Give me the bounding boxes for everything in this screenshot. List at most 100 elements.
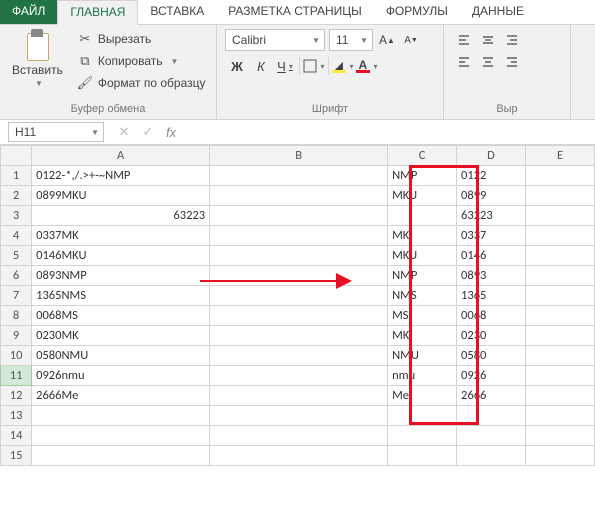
cell[interactable] bbox=[32, 446, 210, 466]
cell[interactable]: 63223 bbox=[457, 206, 526, 226]
col-header-e[interactable]: E bbox=[525, 146, 594, 166]
cell[interactable] bbox=[525, 166, 594, 186]
cell[interactable]: 0230 bbox=[457, 326, 526, 346]
cell[interactable] bbox=[525, 246, 594, 266]
paste-button[interactable]: Вставить ▼ bbox=[8, 29, 67, 93]
cell[interactable]: Me bbox=[388, 386, 457, 406]
cell[interactable]: MK bbox=[388, 326, 457, 346]
chevron-down-icon[interactable]: ▼ bbox=[312, 36, 320, 45]
cell[interactable] bbox=[32, 406, 210, 426]
cell[interactable] bbox=[388, 406, 457, 426]
align-right-button[interactable] bbox=[500, 51, 524, 73]
cell[interactable]: 1365 bbox=[457, 286, 526, 306]
chevron-down-icon[interactable]: ▾ bbox=[320, 62, 324, 71]
cell[interactable] bbox=[525, 326, 594, 346]
tab-file[interactable]: ФАЙЛ bbox=[0, 0, 57, 24]
align-bottom-button[interactable] bbox=[500, 29, 524, 51]
cell[interactable]: MK bbox=[388, 226, 457, 246]
cell[interactable] bbox=[210, 186, 388, 206]
cell[interactable] bbox=[210, 286, 388, 306]
cell[interactable]: MKU bbox=[388, 186, 457, 206]
cell[interactable]: 0580 bbox=[457, 346, 526, 366]
tab-data[interactable]: ДАННЫЕ bbox=[460, 0, 536, 24]
cell[interactable]: 1365NMS bbox=[32, 286, 210, 306]
cell[interactable]: 0893NMP bbox=[32, 266, 210, 286]
cell[interactable]: 2666Me bbox=[32, 386, 210, 406]
cell[interactable]: 0068 bbox=[457, 306, 526, 326]
align-top-button[interactable] bbox=[452, 29, 476, 51]
cell[interactable]: nmu bbox=[388, 366, 457, 386]
cell[interactable] bbox=[525, 426, 594, 446]
cell[interactable]: 0146MKU bbox=[32, 246, 210, 266]
cell[interactable] bbox=[210, 406, 388, 426]
cell[interactable] bbox=[525, 366, 594, 386]
underline-button[interactable]: Ч▾ bbox=[273, 55, 297, 77]
cell[interactable]: 2666 bbox=[457, 386, 526, 406]
fill-color-button[interactable]: ◢ ▾ bbox=[331, 55, 355, 77]
font-color-button[interactable]: A ▾ bbox=[355, 55, 379, 77]
copy-button[interactable]: ⧉ Копировать ▼ bbox=[75, 51, 208, 71]
cell[interactable]: 0580NMU bbox=[32, 346, 210, 366]
cell[interactable]: 0893 bbox=[457, 266, 526, 286]
cell[interactable] bbox=[210, 226, 388, 246]
cell[interactable] bbox=[525, 206, 594, 226]
cell[interactable] bbox=[210, 366, 388, 386]
chevron-down-icon[interactable]: ▼ bbox=[360, 36, 368, 45]
cell[interactable] bbox=[525, 306, 594, 326]
cell[interactable] bbox=[525, 266, 594, 286]
cell[interactable] bbox=[210, 426, 388, 446]
name-box[interactable]: H11 ▼ bbox=[8, 122, 104, 142]
cell[interactable] bbox=[525, 226, 594, 246]
cell[interactable] bbox=[210, 446, 388, 466]
cell[interactable] bbox=[525, 286, 594, 306]
format-painter-button[interactable]: 🖌 Формат по образцу bbox=[75, 73, 208, 93]
chevron-down-icon[interactable]: ▾ bbox=[349, 62, 353, 71]
cell[interactable] bbox=[388, 426, 457, 446]
cell[interactable] bbox=[210, 386, 388, 406]
row-header[interactable]: 13 bbox=[1, 406, 32, 426]
cell[interactable]: MS bbox=[388, 306, 457, 326]
cell[interactable]: 0926nmu bbox=[32, 366, 210, 386]
cell[interactable]: 0337 bbox=[457, 226, 526, 246]
cell[interactable] bbox=[210, 266, 388, 286]
row-header[interactable]: 12 bbox=[1, 386, 32, 406]
cell[interactable] bbox=[525, 406, 594, 426]
cell[interactable] bbox=[525, 186, 594, 206]
cell[interactable]: NMS bbox=[388, 286, 457, 306]
tab-insert[interactable]: ВСТАВКА bbox=[138, 0, 216, 24]
cell[interactable]: 0068MS bbox=[32, 306, 210, 326]
cell[interactable] bbox=[210, 166, 388, 186]
font-name-combo[interactable]: Calibri ▼ bbox=[225, 29, 325, 51]
chevron-down-icon[interactable]: ▼ bbox=[35, 79, 43, 88]
align-middle-button[interactable] bbox=[476, 29, 500, 51]
cell[interactable]: 0899MKU bbox=[32, 186, 210, 206]
row-header[interactable]: 4 bbox=[1, 226, 32, 246]
cell[interactable]: NMP bbox=[388, 266, 457, 286]
cell[interactable] bbox=[457, 446, 526, 466]
formula-input[interactable] bbox=[182, 122, 595, 142]
align-left-button[interactable] bbox=[452, 51, 476, 73]
col-header-a[interactable]: A bbox=[32, 146, 210, 166]
row-header[interactable]: 3 bbox=[1, 206, 32, 226]
row-header[interactable]: 15 bbox=[1, 446, 32, 466]
cell[interactable] bbox=[457, 406, 526, 426]
cell[interactable]: 0230MK bbox=[32, 326, 210, 346]
cell[interactable]: NMP bbox=[388, 166, 457, 186]
cell[interactable]: NMU bbox=[388, 346, 457, 366]
row-header[interactable]: 1 bbox=[1, 166, 32, 186]
tab-home[interactable]: ГЛАВНАЯ bbox=[57, 0, 138, 25]
fx-icon[interactable]: fx bbox=[166, 125, 176, 140]
row-header[interactable]: 2 bbox=[1, 186, 32, 206]
cancel-formula-button[interactable]: ✕ bbox=[112, 124, 136, 140]
cell[interactable]: 63223 bbox=[32, 206, 210, 226]
font-size-combo[interactable]: 11 ▼ bbox=[329, 29, 373, 51]
align-center-button[interactable] bbox=[476, 51, 500, 73]
cell[interactable]: 0146 bbox=[457, 246, 526, 266]
chevron-down-icon[interactable]: ▼ bbox=[171, 57, 179, 66]
italic-button[interactable]: К bbox=[249, 55, 273, 77]
row-header[interactable]: 11 bbox=[1, 366, 32, 386]
row-header[interactable]: 10 bbox=[1, 346, 32, 366]
cell[interactable] bbox=[210, 246, 388, 266]
cell[interactable] bbox=[388, 206, 457, 226]
cell[interactable] bbox=[210, 206, 388, 226]
